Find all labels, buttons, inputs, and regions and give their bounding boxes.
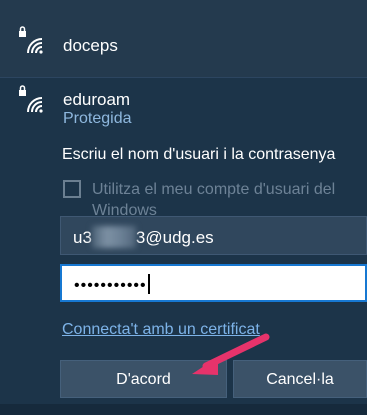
wifi-secured-icon [19, 85, 43, 113]
network-name: doceps [63, 36, 118, 55]
credentials-prompt: Escriu el nom d'usuari i la contrasenya [62, 146, 336, 163]
text-caret [147, 274, 150, 294]
username-field[interactable]: u3 3@udg.es [60, 216, 367, 255]
use-windows-account-checkbox[interactable] [63, 180, 81, 198]
password-dots: ••••••••••• [74, 277, 147, 294]
network-status: Protegida [63, 110, 132, 127]
password-field[interactable]: ••••••••••• [60, 264, 367, 302]
network-item-doceps[interactable]: doceps [0, 0, 367, 78]
annotation-arrow [192, 333, 270, 375]
username-prefix: u3 [73, 228, 92, 247]
username-suffix: 3@udg.es [135, 228, 214, 247]
wifi-secured-icon [19, 26, 43, 54]
use-windows-account-label: Utilitza el meu compte d'usuari del Wind… [92, 181, 336, 219]
network-name: eduroam [63, 90, 131, 109]
redaction-blur [91, 226, 136, 248]
bottom-strip [0, 404, 367, 415]
